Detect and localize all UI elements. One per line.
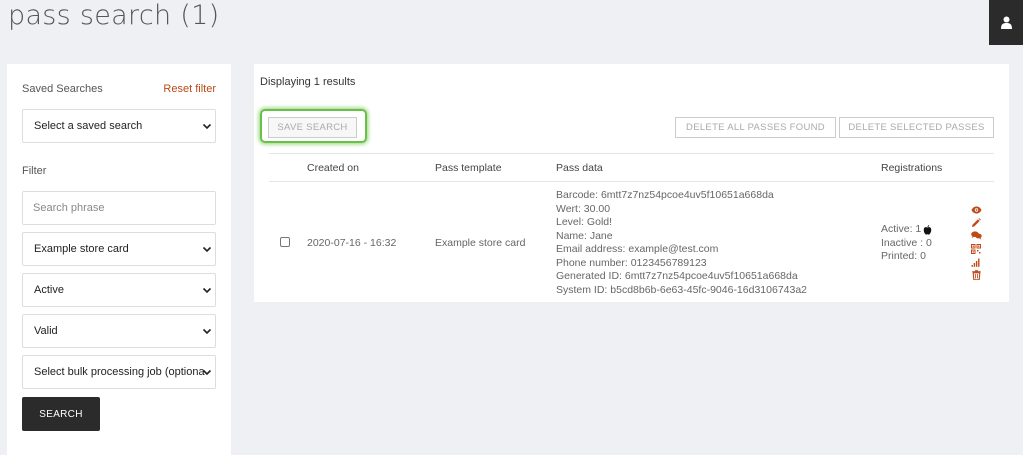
column-header-pass-data[interactable]: Pass data <box>556 162 603 174</box>
pass-data-email: Email address: example@test.com <box>556 243 719 255</box>
edit-pass-button[interactable] <box>970 216 982 229</box>
user-icon <box>1000 16 1012 29</box>
table-top-divider <box>269 153 994 154</box>
row-select-checkbox[interactable] <box>280 237 290 247</box>
chevron-down-icon <box>202 328 212 335</box>
signal-icon <box>971 258 980 267</box>
delete-pass-button[interactable] <box>970 268 982 281</box>
qrcode-icon <box>971 243 981 254</box>
qr-code-button[interactable] <box>970 242 982 255</box>
search-button[interactable]: SEARCH <box>22 397 100 431</box>
user-menu-button[interactable] <box>989 0 1023 45</box>
pass-data-level: Level: Gold! <box>556 216 613 228</box>
pass-data-system-id: System ID: b5cd8b6b-6e63-45fc-9046-16d31… <box>556 283 808 296</box>
column-header-pass-template[interactable]: Pass template <box>435 162 502 174</box>
filter-label: Filter <box>22 165 47 177</box>
filter-sidebar: Saved Searches Reset filter Select a sav… <box>7 64 231 455</box>
status-select-value: Active <box>34 284 64 296</box>
reset-filter-link[interactable]: Reset filter <box>163 83 216 95</box>
cell-created-on: 2020-07-16 - 16:32 <box>307 237 397 249</box>
cell-pass-template: Example store card <box>435 237 526 249</box>
chevron-down-icon <box>202 123 212 130</box>
cell-registrations: Active: 1 Inactive : 0 Printed: 0 <box>881 223 932 264</box>
bulk-job-select[interactable]: Select bulk processing job (optiona <box>22 355 216 389</box>
pass-data-wert: Wert: 30.00 <box>556 202 611 215</box>
column-header-registrations[interactable]: Registrations <box>881 162 942 174</box>
page-title: pass search (1) <box>8 0 220 31</box>
save-search-button[interactable]: SAVE SEARCH <box>268 117 357 138</box>
apple-icon <box>924 224 932 235</box>
search-phrase-placeholder: Search phrase <box>33 202 105 214</box>
chevron-down-icon <box>202 369 212 376</box>
registrations-inactive: Inactive : 0 <box>881 236 932 249</box>
trash-icon <box>971 269 981 280</box>
chevron-down-icon <box>202 246 212 253</box>
saved-search-select-value: Select a saved search <box>34 120 143 132</box>
pencil-icon <box>972 217 981 227</box>
delete-all-passes-button[interactable]: DELETE ALL PASSES FOUND <box>675 117 836 138</box>
statistics-button[interactable] <box>970 255 982 268</box>
template-select[interactable]: Example store card <box>22 232 216 266</box>
pass-data-generated-id: Generated ID: 6mtt7z7nz54pcoe4uv5f10651a… <box>556 270 798 282</box>
column-header-created-on[interactable]: Created on <box>307 162 359 174</box>
pass-data-phone: Phone number: 0123456789123 <box>556 256 707 269</box>
eye-icon <box>971 206 981 213</box>
registrations-active: Active: 1 <box>881 223 922 235</box>
saved-searches-label: Saved Searches <box>22 83 103 95</box>
row-actions <box>970 203 982 281</box>
results-panel: Displaying 1 results SAVE SEARCH DELETE … <box>254 64 1009 302</box>
status-select[interactable]: Active <box>22 273 216 307</box>
search-phrase-input[interactable]: Search phrase <box>22 191 216 225</box>
saved-search-select[interactable]: Select a saved search <box>22 109 216 143</box>
bulk-job-select-value: Select bulk processing job (optiona <box>34 366 205 378</box>
delete-selected-passes-button[interactable]: DELETE SELECTED PASSES <box>839 117 994 138</box>
messages-pass-button[interactable] <box>970 229 982 242</box>
results-count: Displaying 1 results <box>260 76 356 88</box>
comments-icon <box>970 231 982 240</box>
view-pass-button[interactable] <box>970 203 982 216</box>
cell-pass-data: Barcode: 6mtt7z7nz54pcoe4uv5f10651a668da… <box>556 189 807 297</box>
table-header-divider <box>269 181 994 182</box>
pass-data-barcode: Barcode: 6mtt7z7nz54pcoe4uv5f10651a668da <box>556 189 774 201</box>
validity-select[interactable]: Valid <box>22 314 216 348</box>
chevron-down-icon <box>202 287 212 294</box>
validity-select-value: Valid <box>34 325 58 337</box>
template-select-value: Example store card <box>34 243 129 255</box>
registrations-printed: Printed: 0 <box>881 250 926 262</box>
pass-data-name: Name: Jane <box>556 229 613 242</box>
